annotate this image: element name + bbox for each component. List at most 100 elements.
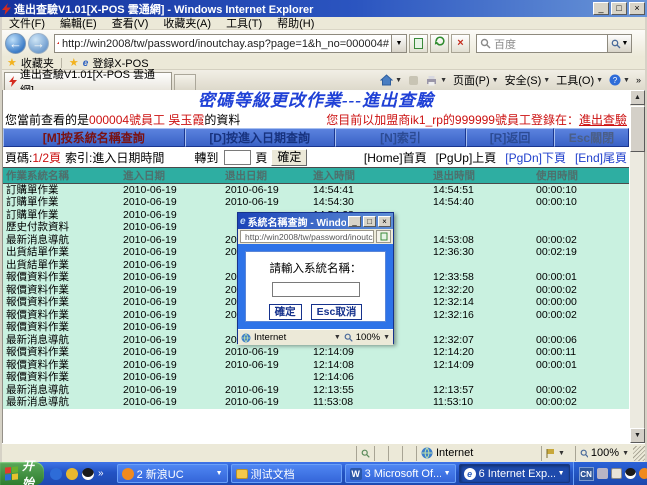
- dialog-page-icon[interactable]: [376, 230, 391, 243]
- protected-mode-button[interactable]: ▼: [541, 446, 575, 461]
- login-info-link[interactable]: 進出查驗: [579, 113, 627, 127]
- dialog-protected-mode-icon[interactable]: ▼: [334, 334, 341, 341]
- table-cell: 歷史付款資料: [3, 221, 120, 234]
- forward-button[interactable]: →: [28, 33, 49, 54]
- table-cell: 2010-06-19: [120, 271, 222, 284]
- tools-menu-label: 工具(O): [556, 72, 594, 88]
- command-bar: ▼ ▼ 页面(P)▼ 安全(S)▼ 工具(O)▼ ?▼ »: [380, 70, 641, 90]
- tools-menu-button[interactable]: 工具(O)▼: [556, 72, 603, 88]
- esc-close-button[interactable]: Esc關閉: [554, 128, 629, 147]
- ie-quick-launch-icon[interactable]: [50, 468, 62, 480]
- dialog-esc-cancel-button[interactable]: Esc取消: [311, 304, 363, 320]
- menu-edit[interactable]: 編輯(E): [60, 15, 97, 31]
- menu-help[interactable]: 帮助(H): [277, 15, 314, 31]
- resize-grip[interactable]: [633, 446, 645, 461]
- taskbar-button-test-docs[interactable]: 测试文档: [231, 464, 342, 483]
- system-tray: CN 15:23: [573, 462, 647, 485]
- table-cell: 12:32:20: [430, 284, 533, 297]
- menu-view[interactable]: 查看(V): [112, 15, 149, 31]
- table-row: 報價資料作業2010-06-1912:14:06: [3, 371, 629, 384]
- table-cell: 2010-06-19: [120, 221, 222, 234]
- taskbar-button-sina-uc[interactable]: 2 新浪UC ▼: [117, 464, 228, 483]
- chevron-down-icon: ▼: [216, 470, 223, 477]
- return-button[interactable]: [R]返回: [466, 128, 554, 147]
- query-by-system-name-button[interactable]: [M]按系統名稱查詢: [3, 128, 185, 147]
- search-box[interactable]: 百度: [476, 34, 608, 53]
- scroll-down-arrow[interactable]: ▼: [630, 428, 645, 443]
- quick-launch-icon-2[interactable]: [66, 468, 78, 480]
- goto-page-input[interactable]: [224, 150, 251, 165]
- scroll-up-arrow[interactable]: ▲: [630, 90, 645, 105]
- maximize-button[interactable]: □: [611, 2, 627, 15]
- close-button[interactable]: ×: [629, 2, 645, 15]
- home-button[interactable]: ▼: [380, 74, 402, 86]
- dialog-minimize-button[interactable]: _: [348, 216, 361, 227]
- page-menu-button[interactable]: 页面(P)▼: [453, 72, 499, 88]
- dialog-close-button[interactable]: ×: [378, 216, 391, 227]
- nav-home-link[interactable]: [Home]首頁: [364, 149, 427, 166]
- zoom-control[interactable]: 100%▼: [575, 446, 633, 461]
- navigation-bar: ← → http://win2008/tw/password/inoutchay…: [2, 30, 645, 57]
- chevron-more-icon[interactable]: »: [636, 75, 641, 85]
- menu-file[interactable]: 文件(F): [9, 15, 45, 31]
- dialog-ok-button[interactable]: 確定: [269, 304, 302, 320]
- word-icon: W: [350, 468, 362, 480]
- svg-text:?: ?: [613, 76, 618, 85]
- favorites-star-icon[interactable]: ★: [7, 58, 17, 69]
- new-tab-button[interactable]: [174, 74, 196, 90]
- tab-active[interactable]: 進出查驗V1.01[X-POS 雲通網]: [4, 72, 172, 90]
- magnifier-icon: [580, 449, 588, 458]
- uc-icon: [122, 468, 134, 480]
- table-cell: 2010-06-19: [120, 346, 222, 359]
- compatibility-button[interactable]: [409, 34, 428, 53]
- nav-pgup-link[interactable]: [PgUp]上頁: [436, 149, 497, 166]
- qq-icon[interactable]: [82, 468, 94, 480]
- address-bar[interactable]: http://win2008/tw/password/inoutchay.asp…: [54, 34, 392, 53]
- qq-tray-icon[interactable]: [625, 468, 636, 479]
- table-cell: 2010-06-19: [120, 321, 222, 334]
- nav-pgdn-link[interactable]: [PgDn]下頁: [505, 149, 566, 166]
- query-by-entry-date-button[interactable]: [D]按進入日期查詢: [185, 128, 335, 147]
- tray-icon-orange[interactable]: [639, 468, 647, 479]
- quick-launch-chevron-icon[interactable]: »: [98, 468, 104, 479]
- menu-favorites[interactable]: 收藏夹(A): [163, 15, 211, 31]
- taskbar-button-label: 测试文档: [251, 466, 337, 482]
- feeds-button[interactable]: [408, 75, 419, 86]
- stop-button[interactable]: ×: [451, 34, 470, 53]
- nav-end-link[interactable]: [End]尾頁: [575, 149, 627, 166]
- table-cell: 2010-06-19: [120, 309, 222, 322]
- taskbar-button-internet-explorer[interactable]: e 6 Internet Exp... ▼: [459, 464, 570, 483]
- dialog-zoom-dropdown-icon[interactable]: ▼: [383, 334, 390, 341]
- menu-tools[interactable]: 工具(T): [226, 15, 262, 31]
- vertical-scrollbar[interactable]: ▲ ▼: [629, 90, 644, 443]
- address-dropdown-icon[interactable]: ▼: [392, 34, 407, 53]
- help-button[interactable]: ?▼: [609, 74, 630, 86]
- help-tray-icon[interactable]: [611, 468, 622, 479]
- index-button[interactable]: [N]索引: [335, 128, 466, 147]
- safety-menu-button[interactable]: 安全(S)▼: [505, 72, 551, 88]
- table-cell: 12:32:16: [430, 309, 533, 322]
- print-button[interactable]: ▼: [425, 75, 447, 86]
- browser-status-bar: Internet ▼ 100%▼: [2, 443, 645, 462]
- table-cell: 2010-06-19: [120, 284, 222, 297]
- back-button[interactable]: ←: [5, 33, 26, 54]
- refresh-icon: [434, 35, 445, 46]
- minimize-button[interactable]: _: [593, 2, 609, 15]
- start-button[interactable]: 开始: [0, 462, 44, 485]
- printer-tray-icon[interactable]: [597, 468, 608, 479]
- table-cell: [430, 221, 533, 234]
- table-cell: [430, 209, 533, 222]
- taskbar-button-microsoft-office[interactable]: W 3 Microsoft Of... ▼: [345, 464, 456, 483]
- table-cell: 12:32:07: [430, 334, 533, 347]
- scrollbar-thumb[interactable]: [630, 106, 645, 152]
- system-name-input[interactable]: [272, 282, 360, 297]
- table-cell: 訂購單作業: [3, 209, 120, 222]
- dialog-maximize-button[interactable]: □: [363, 216, 376, 227]
- goto-confirm-button[interactable]: 確定: [271, 149, 307, 166]
- dialog-zoom-level: 100%: [356, 332, 380, 343]
- table-cell: 14:54:51: [430, 184, 533, 197]
- table-cell: 14:54:30: [310, 196, 430, 209]
- language-indicator[interactable]: CN: [579, 467, 594, 481]
- refresh-button[interactable]: [430, 34, 449, 53]
- search-go-button[interactable]: ▼: [608, 34, 632, 53]
